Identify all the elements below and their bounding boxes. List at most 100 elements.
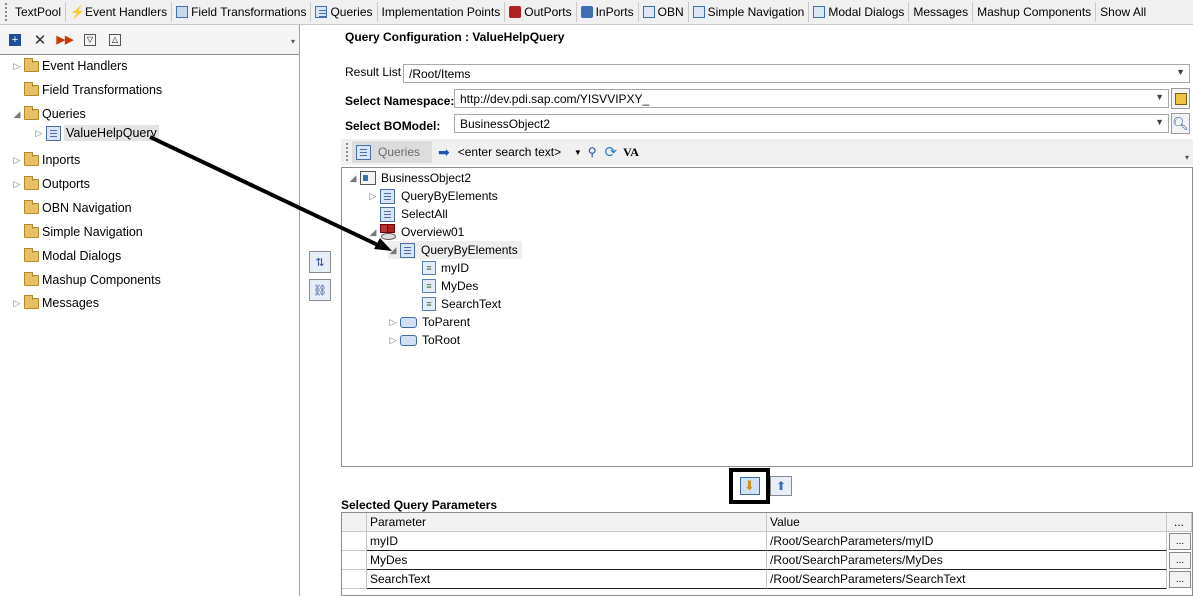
tree-item-label: Modal Dialogs xyxy=(42,249,122,263)
param-cell[interactable]: SearchText xyxy=(367,570,767,589)
tree-item-outports[interactable]: ▷ Outports xyxy=(12,174,90,194)
tree-node-overview01[interactable]: ◢ Overview01 xyxy=(368,223,464,241)
add-icon[interactable]: + xyxy=(6,31,24,49)
tree-node-businessobject2[interactable]: ◢ BusinessObject2 xyxy=(348,169,471,187)
refresh-binding-button[interactable]: ⇅ xyxy=(309,251,331,273)
run-icon[interactable]: ▶▶ xyxy=(56,31,74,49)
row-header[interactable] xyxy=(342,532,367,551)
chevron-down-icon: ▼ xyxy=(1155,117,1164,127)
go-arrow-icon[interactable]: ➡ xyxy=(438,144,450,161)
tab-obn[interactable]: OBN xyxy=(639,2,689,22)
splitter-strip: ⇅ ⛓ xyxy=(301,25,338,596)
tab-modal-dialogs[interactable]: Modal Dialogs xyxy=(809,2,910,22)
lightning-icon: ⚡ xyxy=(70,5,85,19)
tab-event-handlers[interactable]: ⚡ Event Handlers xyxy=(66,2,173,22)
tab-field-transformations[interactable]: Field Transformations xyxy=(172,2,312,22)
refresh-icon[interactable]: ⟳ xyxy=(605,143,618,161)
tab-simple-navigation[interactable]: Simple Navigation xyxy=(689,2,810,22)
search-input[interactable]: <enter search text> xyxy=(458,145,561,159)
unbind-button[interactable]: ⛓ xyxy=(309,279,331,301)
expand-arrow-icon[interactable]: ▷ xyxy=(368,191,378,202)
namespace-value: http://dev.pdi.sap.com/YISVVIPXY_ xyxy=(460,91,650,106)
tree-item-valuehelpquery[interactable]: ▷ ValueHelpQuery xyxy=(34,123,159,143)
chevron-down-icon[interactable]: ▼ xyxy=(574,148,582,157)
tree-node-querybyelements[interactable]: ▷ QueryByElements xyxy=(368,187,498,205)
param-cell[interactable]: myID xyxy=(367,532,767,551)
tree-item-messages[interactable]: ▷ Messages xyxy=(12,293,99,313)
tree-node-toroot[interactable]: ▷ ToRoot xyxy=(388,331,461,349)
namespace-dropdown[interactable]: http://dev.pdi.sap.com/YISVVIPXY_ ▼ xyxy=(454,89,1169,108)
tab-textpool[interactable]: TextPool xyxy=(11,2,67,22)
collapse-all-icon[interactable]: △ xyxy=(106,31,124,49)
tree-item-event-handlers[interactable]: ▷ Event Handlers xyxy=(12,56,127,76)
node-label: ToRoot xyxy=(422,333,461,347)
tab-implementation-points[interactable]: Implementation Points xyxy=(378,2,506,22)
tree-item-label: Queries xyxy=(42,107,86,121)
tree-item-field-transformations[interactable]: Field Transformations xyxy=(24,80,162,100)
tree-item-obn-navigation[interactable]: OBN Navigation xyxy=(24,198,132,218)
expand-all-icon[interactable]: ▽ xyxy=(81,31,99,49)
va-label[interactable]: VA xyxy=(623,145,639,160)
tree-item-inports[interactable]: ▷ Inports xyxy=(12,150,80,170)
tree-item-simple-navigation[interactable]: Simple Navigation xyxy=(24,222,143,242)
value-cell[interactable]: /Root/SearchParameters/SearchText xyxy=(767,570,1167,589)
expand-arrow-icon[interactable]: ▷ xyxy=(12,298,22,309)
tab-queries[interactable]: Queries xyxy=(311,2,378,22)
tab-label: Messages xyxy=(913,5,969,19)
collapse-arrow-icon[interactable]: ◢ xyxy=(368,227,378,238)
collapse-arrow-icon[interactable]: ◢ xyxy=(348,173,358,184)
association-icon xyxy=(400,334,417,346)
tree-item-modal-dialogs[interactable]: Modal Dialogs xyxy=(24,246,121,266)
tab-label: Event Handlers xyxy=(85,5,168,19)
result-list-dropdown[interactable]: /Root/Items ▼ xyxy=(403,64,1190,83)
tree-node-querybyelements-selected[interactable]: ◢ QueryByElements xyxy=(388,241,522,259)
expand-arrow-icon[interactable]: ▷ xyxy=(12,179,22,190)
tree-node-selectall[interactable]: SelectAll xyxy=(380,205,448,223)
search-icon[interactable]: ⚲ xyxy=(588,145,597,159)
expand-arrow-icon[interactable]: ▷ xyxy=(12,155,22,166)
selected-params-title: Selected Query Parameters xyxy=(341,498,498,512)
toolbar-overflow-icon[interactable]: ▾ xyxy=(1185,153,1189,162)
bomodel-dropdown[interactable]: BusinessObject2 ▼ xyxy=(454,114,1169,133)
collapse-arrow-icon[interactable]: ◢ xyxy=(388,245,398,256)
tree-node-myid[interactable]: ≡ myID xyxy=(422,259,469,277)
tab-label: TextPool xyxy=(15,5,62,19)
tab-messages[interactable]: Messages xyxy=(909,2,974,22)
remove-parameter-button[interactable]: ⬆ xyxy=(770,476,792,496)
toolbar-grip[interactable] xyxy=(346,143,348,161)
queries-label: Queries xyxy=(378,145,421,159)
config-title: Query Configuration : ValueHelpQuery xyxy=(345,30,565,44)
value-cell[interactable]: /Root/SearchParameters/MyDes xyxy=(767,551,1167,570)
search-box[interactable]: <enter search text> ▼ xyxy=(458,145,582,159)
browse-value-button[interactable]: ... xyxy=(1169,552,1191,569)
row-header[interactable] xyxy=(342,570,367,589)
expand-arrow-icon[interactable]: ▷ xyxy=(388,317,398,328)
tab-outports[interactable]: OutPorts xyxy=(505,2,577,22)
tree-node-toparent[interactable]: ▷ ToParent xyxy=(388,313,471,331)
add-parameter-button[interactable]: ⬇ xyxy=(729,468,770,504)
expand-arrow-icon[interactable]: ▷ xyxy=(12,61,22,72)
queries-selector[interactable]: Queries xyxy=(352,141,432,163)
browse-namespace-button[interactable] xyxy=(1171,88,1190,109)
tab-show-all[interactable]: Show All xyxy=(1096,2,1150,22)
browse-value-button[interactable]: ... xyxy=(1169,533,1191,550)
delete-icon[interactable]: ✕ xyxy=(31,31,49,49)
column-header-parameter[interactable]: Parameter xyxy=(367,513,767,532)
param-cell[interactable]: MyDes xyxy=(367,551,767,570)
tree-item-queries[interactable]: ◢ Queries xyxy=(12,104,86,124)
tab-mashup-components[interactable]: Mashup Components xyxy=(973,2,1097,22)
expand-arrow-icon[interactable]: ▷ xyxy=(388,335,398,346)
column-header-value[interactable]: Value xyxy=(767,513,1167,532)
expand-arrow-icon[interactable]: ▷ xyxy=(34,128,44,139)
tree-node-mydes[interactable]: ≡ MyDes xyxy=(422,277,478,295)
value-cell[interactable]: /Root/SearchParameters/myID xyxy=(767,532,1167,551)
tree-item-mashup-components[interactable]: Mashup Components xyxy=(24,270,161,290)
browse-value-button[interactable]: ... xyxy=(1169,571,1191,588)
tab-inports[interactable]: InPorts xyxy=(577,2,639,22)
tree-node-searchtext[interactable]: ≡ SearchText xyxy=(422,295,501,313)
collapse-arrow-icon[interactable]: ◢ xyxy=(12,109,22,120)
search-bomodel-button[interactable]: 🔍︎ xyxy=(1171,113,1190,134)
row-header[interactable] xyxy=(342,551,367,570)
toolbar-overflow-icon[interactable]: ▾ xyxy=(291,37,295,46)
toolbar-grip[interactable] xyxy=(5,3,7,21)
